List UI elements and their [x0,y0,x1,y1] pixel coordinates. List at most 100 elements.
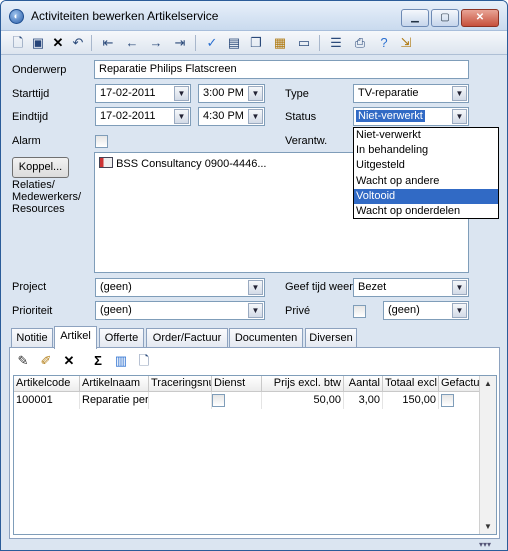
scroll-up-icon[interactable]: ▲ [484,379,492,388]
prive-select[interactable]: (geen) ▼ [383,301,469,320]
tab-artikel[interactable]: Artikel [54,326,97,349]
gefactureerd-checkbox[interactable] [441,394,454,407]
cell-gefactureerd[interactable] [439,392,480,409]
cell-aantal[interactable]: 3,00 [344,392,383,409]
cell-dienst[interactable] [212,392,262,409]
new-icon[interactable]: 🗋 [9,34,27,52]
previous-record-icon[interactable]: ← [123,34,141,52]
artikel-grid[interactable]: Artikelcode Artikelnaam Traceringsnu Die… [13,375,497,535]
last-record-icon[interactable]: ⇥ [171,34,189,52]
alarm-checkbox[interactable] [95,135,108,148]
column-header[interactable]: Dienst [212,376,262,392]
column-header[interactable]: Aantal [344,376,383,392]
column-header[interactable]: Artikelcode [14,376,80,392]
tab-diversen[interactable]: Diversen [305,328,357,348]
status-label: Status [285,111,317,123]
chevron-down-icon[interactable]: ▼ [248,280,263,295]
resize-grip-icon[interactable]: ▾▾▾ [479,540,499,549]
cell-artikelnaam[interactable]: Reparatie per [80,392,149,409]
document-icon[interactable]: 🗋 [135,352,153,370]
paste-icon[interactable]: ▦ [271,34,289,52]
type-select[interactable]: TV-reparatie ▼ [353,84,469,103]
printer-icon[interactable]: ⎙ [351,34,369,52]
close-button[interactable]: ✕ [461,9,499,27]
column-header[interactable]: Gefactu [439,376,480,392]
app-icon: ◐ [9,9,24,24]
preview-icon[interactable]: ▤ [225,34,243,52]
chevron-down-icon[interactable]: ▼ [452,109,467,124]
undo-icon[interactable]: ↶ [69,34,87,52]
eindtijd-label: Eindtijd [12,111,49,123]
status-dropdown-list[interactable]: Niet-verwerkt In behandeling Uitgesteld … [353,127,499,219]
onderwerp-input[interactable]: Reparatie Philips Flatscreen [94,60,469,79]
tab-notitie[interactable]: Notitie [11,328,53,348]
column-header[interactable]: Prijs excl. btw [262,376,344,392]
chevron-down-icon[interactable]: ▼ [248,303,263,318]
save-icon[interactable]: ▣ [29,34,47,52]
column-header[interactable]: Totaal excl. [383,376,439,392]
column-header[interactable]: Artikelnaam [80,376,149,392]
chevron-down-icon[interactable]: ▼ [174,86,189,101]
start-time-picker[interactable]: 3:00 PM ▼ [198,84,265,103]
maximize-button[interactable]: ▢ [431,9,459,27]
onderwerp-label: Onderwerp [12,64,67,76]
koppel-button[interactable]: Koppel... [12,157,69,178]
cell-prijs[interactable]: 50,00 [262,392,344,409]
cell-tracering[interactable] [149,392,212,409]
column-header[interactable]: Traceringsnu [149,376,212,392]
minimize-button[interactable]: ▁ [401,9,429,27]
chevron-down-icon[interactable]: ▼ [452,280,467,295]
dropdown-option[interactable]: Wacht op andere [354,174,498,189]
prioriteit-select[interactable]: (geen) ▼ [95,301,265,320]
chevron-down-icon[interactable]: ▼ [452,86,467,101]
end-date-picker[interactable]: 17-02-2011 ▼ [95,107,191,126]
cell-totaal[interactable]: 150,00 [383,392,439,409]
dienst-checkbox[interactable] [212,394,225,407]
chevron-down-icon[interactable]: ▼ [174,109,189,124]
status-select[interactable]: Niet-verwerkt ▼ [353,107,469,126]
edit-list-icon[interactable]: ✎ [14,352,32,370]
help-icon[interactable]: ? [375,34,393,52]
cell-artikelcode[interactable]: 100001 [14,392,80,409]
tab-documenten[interactable]: Documenten [229,328,303,348]
prive-checkbox[interactable] [353,305,366,318]
chevron-down-icon[interactable]: ▼ [248,109,263,124]
end-time-picker[interactable]: 4:30 PM ▼ [198,107,265,126]
print-icon[interactable]: ▭ [295,34,313,52]
starttijd-label: Starttijd [12,88,50,100]
artikel-tab-panel: ✎ ✐ ✕ Σ ▥ 🗋 Artikelcode Artikelnaam Trac… [9,347,500,539]
tab-offerte[interactable]: Offerte [99,328,144,348]
start-date-picker[interactable]: 17-02-2011 ▼ [95,84,191,103]
prioriteit-value: (geen) [100,304,132,316]
chevron-down-icon[interactable]: ▼ [452,303,467,318]
edit-item-icon[interactable]: ✐ [37,352,55,370]
start-time-value: 3:00 PM [203,87,244,99]
check-icon[interactable]: ✓ [203,34,221,52]
database-icon[interactable]: ▥ [112,352,130,370]
dropdown-option[interactable]: Uitgesteld [354,158,498,173]
properties-icon[interactable]: ☰ [327,34,345,52]
sum-icon[interactable]: Σ [89,352,107,370]
toolbar: 🗋 ▣ ✕ ↶ ⇤ ← → ⇥ ✓ ▤ ❐ ▦ ▭ ☰ ⎙ ? ⇲ [1,31,507,55]
dropdown-option[interactable]: Wacht op onderdelen [354,204,498,219]
scroll-down-icon[interactable]: ▼ [484,522,492,531]
copy-icon[interactable]: ❐ [247,34,265,52]
vertical-scrollbar[interactable]: ▲ ▼ [479,376,496,534]
project-value: (geen) [100,281,132,293]
delete-row-icon[interactable]: ✕ [60,352,78,370]
chevron-down-icon[interactable]: ▼ [248,86,263,101]
dropdown-option[interactable]: Niet-verwerkt [354,128,498,143]
dropdown-option[interactable]: In behandeling [354,143,498,158]
project-select[interactable]: (geen) ▼ [95,278,265,297]
exit-icon[interactable]: ⇲ [397,34,415,52]
tab-order-factuur[interactable]: Order/Factuur [146,328,228,348]
first-record-icon[interactable]: ⇤ [99,34,117,52]
delete-icon[interactable]: ✕ [49,34,67,52]
type-value: TV-reparatie [358,87,419,99]
dropdown-option-highlighted[interactable]: Voltooid [354,188,498,204]
list-item[interactable]: BSS Consultancy 0900-4446... [99,157,267,170]
next-record-icon[interactable]: → [147,34,165,52]
type-label: Type [285,88,309,100]
alarm-label: Alarm [12,135,41,147]
geef-tijd-select[interactable]: Bezet ▼ [353,278,469,297]
